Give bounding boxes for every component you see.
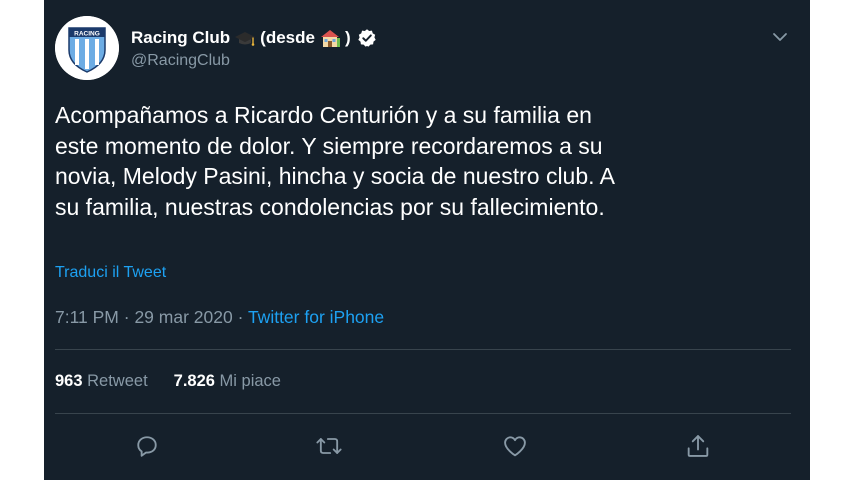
name-suffix-close: ) <box>344 28 351 47</box>
retweets-stat[interactable]: 963 Retweet <box>55 372 148 391</box>
retweets-count: 963 <box>55 372 83 390</box>
display-name: Racing Club <box>131 28 231 47</box>
name-suffix-open: (desde <box>260 28 315 47</box>
tweet-time[interactable]: 7:11 PM <box>55 307 119 327</box>
like-icon <box>504 436 526 457</box>
svg-text:RACING: RACING <box>74 31 100 38</box>
translate-tweet-link[interactable]: Traduci il Tweet <box>55 264 166 282</box>
retweets-label: Retweet <box>87 372 148 390</box>
tweet-text: Acompañamos a Ricardo Centurión y a su f… <box>55 100 785 222</box>
tweet-text-line: Acompañamos a Ricardo Centurión y a su f… <box>55 102 592 128</box>
meta-separator: · <box>232 307 248 327</box>
tweet-header: RACING Racing Club (desde) @RacingClub <box>55 16 799 80</box>
divider <box>55 413 791 414</box>
share-icon <box>687 435 709 457</box>
tweet-card: RACING Racing Club (desde) @RacingClub … <box>44 0 810 480</box>
share-button[interactable] <box>684 432 712 460</box>
user-handle[interactable]: @RacingClub <box>131 52 230 70</box>
chevron-down-icon[interactable] <box>771 28 789 46</box>
racing-club-logo-icon: RACING <box>55 16 119 80</box>
retweet-button[interactable] <box>315 432 343 460</box>
reply-icon <box>137 436 157 457</box>
tweet-text-line: este momento de dolor. Y siempre recorda… <box>55 132 603 159</box>
retweet-icon <box>316 438 342 454</box>
tweet-date[interactable]: 29 mar 2020 <box>134 307 232 327</box>
reply-button[interactable] <box>133 432 161 460</box>
tweet-text-line: su familia, nuestras condolencias por su… <box>55 193 605 220</box>
tweet-text-line: novia, Melody Pasini, hincha y socia de … <box>55 163 615 189</box>
tweet-stats: 963 Retweet 7.826 Mi piace <box>55 372 281 391</box>
tweet-actions <box>44 432 810 460</box>
verified-icon <box>357 28 377 48</box>
meta-separator: · <box>118 307 135 327</box>
divider <box>55 349 791 350</box>
likes-stat[interactable]: 7.826 Mi piace <box>174 372 281 391</box>
avatar[interactable]: RACING <box>55 16 119 80</box>
likes-label: Mi piace <box>219 372 281 390</box>
display-name-row[interactable]: Racing Club (desde) <box>131 26 377 50</box>
house-emoji <box>319 28 341 48</box>
tweet-meta: 7:11 PM · 29 mar 2020 · Twitter for iPho… <box>55 307 384 328</box>
graduation-cap-emoji <box>234 28 256 48</box>
tweet-source-link[interactable]: Twitter for iPhone <box>248 307 384 327</box>
likes-count: 7.826 <box>173 372 215 390</box>
like-button[interactable] <box>501 432 529 460</box>
